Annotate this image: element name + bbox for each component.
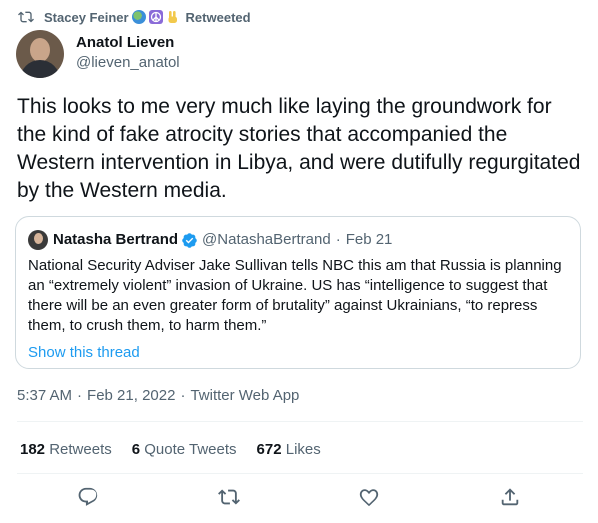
quote-tweets-stat[interactable]: 6 Quote Tweets [132,441,237,458]
retweet-button-icon[interactable] [218,486,242,510]
tweet-date[interactable]: Feb 21, 2022 [87,387,175,404]
retweeter-name[interactable]: Stacey Feiner [44,10,129,25]
retweet-icon [18,11,34,23]
tweet-stats: 182 Retweets 6 Quote Tweets 672 Likes [20,441,341,458]
retweet-header: Stacey Feiner Retweeted [18,8,251,26]
retweeted-label: Retweeted [185,9,251,25]
show-thread-link[interactable]: Show this thread [28,344,568,361]
victory-hand-icon [166,10,180,24]
divider [17,473,583,474]
quoted-date[interactable]: Feb 21 [346,230,393,250]
tweet-author[interactable]: Anatol Lieven @lieven_anatol [16,30,180,78]
divider [17,421,583,422]
retweets-stat[interactable]: 182 Retweets [20,441,112,458]
like-heart-icon[interactable] [358,486,382,510]
quoted-author-handle: @NatashaBertrand [202,231,331,248]
action-bar [0,486,598,512]
tweet-time[interactable]: 5:37 AM [17,387,72,404]
peace-icon [148,10,163,24]
tweet-metadata: 5:37 AM · Feb 21, 2022 · Twitter Web App [17,387,300,404]
quoted-author-name: Natasha Bertrand [53,231,179,248]
quoted-tweet[interactable]: Natasha Bertrand @NatashaBertrand · Feb … [15,216,581,369]
author-handle[interactable]: @lieven_anatol [76,53,180,73]
tweet-text: This looks to me very much like laying t… [17,95,581,202]
quoted-text: National Security Adviser Jake Sullivan … [28,257,562,334]
globe-icon [131,10,146,24]
author-name[interactable]: Anatol Lieven [76,33,180,53]
verified-badge-icon [182,232,197,248]
quoted-avatar [28,230,48,250]
avatar[interactable] [16,30,64,78]
tweet-source[interactable]: Twitter Web App [190,387,299,404]
share-icon[interactable] [499,486,523,510]
likes-stat[interactable]: 672 Likes [257,441,321,458]
reply-icon[interactable] [77,486,101,510]
